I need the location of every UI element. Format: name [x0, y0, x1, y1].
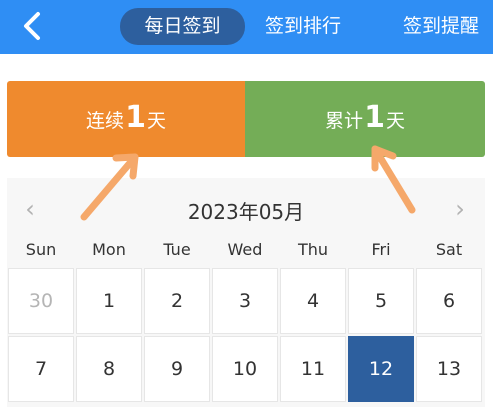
calendar-day[interactable]: 12 [348, 336, 414, 402]
streak-days-box: 连续 1 天 [7, 81, 245, 157]
calendar-day[interactable]: 2 [144, 268, 210, 334]
calendar-day[interactable]: 7 [8, 336, 74, 402]
calendar-day[interactable]: 13 [416, 336, 482, 402]
calendar-day[interactable]: 8 [76, 336, 142, 402]
calendar-day[interactable]: 1 [76, 268, 142, 334]
total-unit: 天 [385, 109, 405, 132]
weekday-fri: Fri [371, 240, 391, 259]
calendar-day[interactable]: 4 [280, 268, 346, 334]
total-value: 1 [364, 99, 385, 135]
streak-arrow-head [112, 153, 139, 180]
chevron-right-icon: › [455, 195, 465, 223]
chevron-left-icon [24, 12, 40, 40]
streak-label: 连续 [86, 109, 125, 132]
calendar-day[interactable]: 9 [144, 336, 210, 402]
calendar-day[interactable]: 3 [212, 268, 278, 334]
weekday-sun: Sun [25, 240, 57, 259]
calendar-day[interactable]: 11 [280, 336, 346, 402]
streak-value: 1 [125, 99, 146, 135]
weekday-thu: Thu [297, 240, 329, 259]
weekday-sat: Sat [435, 240, 463, 259]
tab-checkin-reminder[interactable]: 签到提醒 [403, 8, 479, 45]
calendar-day[interactable]: 10 [212, 336, 278, 402]
total-days-box: 累计 1 天 [245, 81, 485, 157]
weekday-tue: Tue [163, 240, 191, 259]
total-label: 累计 [325, 109, 364, 132]
tab-daily-checkin[interactable]: 每日签到 [120, 8, 245, 45]
top-bar: 每日签到 签到排行 签到提醒 [0, 0, 493, 54]
calendar: ‹ 2023年05月 › Sun Mon Tue Wed Thu Fri Sat… [7, 178, 485, 407]
weekday-mon: Mon [92, 240, 126, 259]
streak-unit: 天 [146, 109, 166, 132]
weekday-wed: Wed [227, 240, 263, 259]
tab-checkin-ranking[interactable]: 签到排行 [265, 8, 341, 45]
next-month-button[interactable]: › [445, 192, 475, 226]
month-title: 2023年05月 [187, 200, 305, 224]
calendar-day[interactable]: 6 [416, 268, 482, 334]
calendar-day[interactable]: 5 [348, 268, 414, 334]
calendar-day[interactable]: 30 [8, 268, 74, 334]
back-button[interactable] [16, 9, 48, 43]
checkin-stats: 连续 1 天 累计 1 天 [7, 81, 485, 157]
